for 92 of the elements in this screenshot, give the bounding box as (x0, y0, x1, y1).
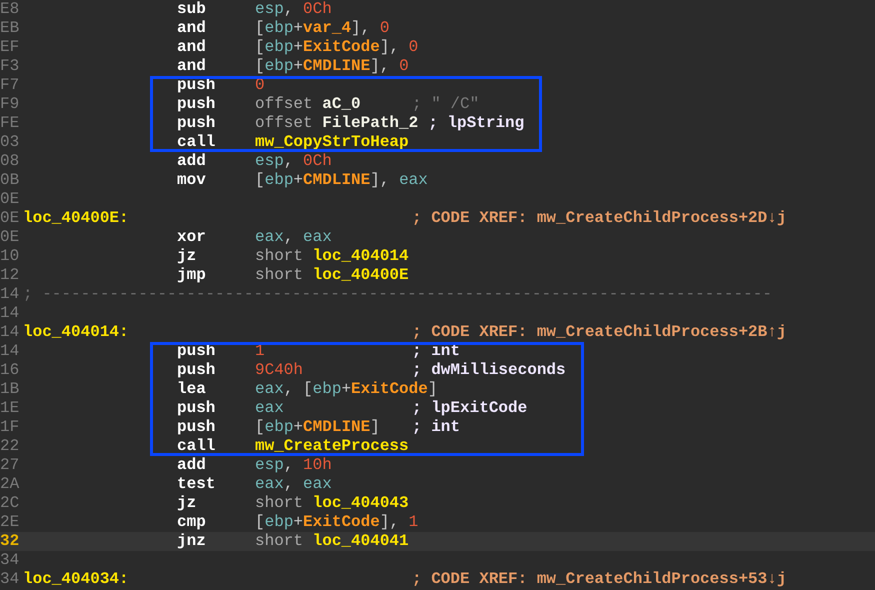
instruction-operand: [ebp+var_4], 0 (255, 19, 390, 38)
instruction-operand: eax (255, 399, 285, 418)
instruction-mnemonic: and (177, 57, 207, 76)
code-comment: ; int (412, 342, 460, 361)
line-address: 1F (0, 418, 20, 437)
instruction-mnemonic: push (177, 114, 216, 133)
line-address: E8 (0, 0, 20, 19)
line-address: 34 (0, 570, 20, 589)
line-address: F3 (0, 57, 20, 76)
line-address: EF (0, 38, 20, 57)
instruction-mnemonic: add (177, 456, 207, 475)
instruction-mnemonic: push (177, 76, 216, 95)
instruction-mnemonic: add (177, 152, 207, 171)
instruction-mnemonic: push (177, 361, 216, 380)
line-address: 14 (0, 285, 20, 304)
instruction-mnemonic: push (177, 399, 216, 418)
instruction-operand: [ebp+CMDLINE], 0 (255, 57, 410, 76)
instruction-mnemonic: xor (177, 228, 207, 247)
code-comment: ; lpString (428, 114, 524, 133)
instruction-operand: mw_CopyStrToHeap (255, 133, 410, 152)
instruction-mnemonic: sub (177, 0, 207, 19)
instruction-operand: 1 (255, 342, 266, 361)
line-address: 14 (0, 323, 20, 342)
instruction-mnemonic: push (177, 95, 216, 114)
instruction-operand: eax, eax (255, 475, 333, 494)
instruction-mnemonic: jz (177, 494, 198, 513)
code-label[interactable]: loc_404034: (23, 570, 129, 588)
instruction-operand: 9C40h (255, 361, 304, 380)
code-comment: ; lpExitCode (412, 399, 528, 418)
instruction-operand: eax, eax (255, 228, 333, 247)
instruction-mnemonic: test (177, 475, 216, 494)
code-comment: ; CODE XREF: mw_CreateChildProcess+2B↑j (412, 323, 786, 342)
instruction-operand: [ebp+CMDLINE] (255, 418, 381, 437)
instruction-mnemonic: call (177, 133, 216, 152)
code-label[interactable]: loc_404014: (23, 323, 129, 341)
line-address: EB (0, 19, 20, 38)
code-comment: ; dwMilliseconds (412, 361, 566, 380)
instruction-operand: [ebp+ExitCode], 0 (255, 38, 420, 57)
code-comment: ; int (412, 418, 460, 437)
line-address: F9 (0, 95, 20, 114)
line-address: 32 (0, 532, 20, 551)
instruction-operand: eax, [ebp+ExitCode] (255, 380, 438, 399)
instruction-operand: 0 (255, 76, 266, 95)
instruction-operand: [ebp+ExitCode], 1 (255, 513, 420, 532)
instruction-operand: offset aC_0 (255, 95, 362, 114)
line-address: 34 (0, 551, 20, 570)
instruction-mnemonic: mov (177, 171, 207, 190)
line-address: 12 (0, 266, 20, 285)
code-label[interactable]: loc_40400E: (23, 209, 129, 227)
instruction-mnemonic: push (177, 418, 216, 437)
code-comment: ; CODE XREF: mw_CreateChildProcess+53↓j (412, 570, 786, 589)
instruction-mnemonic: and (177, 19, 207, 38)
instruction-operand: [ebp+CMDLINE], eax (255, 171, 429, 190)
instruction-mnemonic: lea (177, 380, 207, 399)
line-address: 2E (0, 513, 20, 532)
instruction-operand: esp, 0Ch (255, 152, 333, 171)
line-address: 0E (0, 209, 20, 228)
instruction-mnemonic: call (177, 437, 216, 456)
line-address: 2A (0, 475, 20, 494)
instruction-operand: esp, 10h (255, 456, 333, 475)
code-comment: ; " /C" (412, 95, 480, 114)
instruction-mnemonic: and (177, 38, 207, 57)
line-address: 0B (0, 171, 20, 190)
instruction-operand: short loc_404043 (255, 494, 410, 513)
instruction-mnemonic: push (177, 342, 216, 361)
instruction-operand: short loc_40400E (255, 266, 410, 285)
line-address: FE (0, 114, 20, 133)
instruction-operand: esp, 0Ch (255, 0, 333, 19)
separator-comment: ; ---------------------------------------------------------------------------- (23, 285, 772, 304)
line-address: 03 (0, 133, 20, 152)
line-address: 0E (0, 190, 20, 209)
instruction-operand: short loc_404041 (255, 532, 410, 551)
line-address: 16 (0, 361, 20, 380)
code-comment: ; CODE XREF: mw_CreateChildProcess+2D↓j (412, 209, 786, 228)
instruction-mnemonic: cmp (177, 513, 207, 532)
instruction-mnemonic: jmp (177, 266, 207, 285)
line-address: 10 (0, 247, 20, 266)
instruction-mnemonic: jnz (177, 532, 207, 551)
instruction-operand: mw_CreateProcess (255, 437, 410, 456)
line-address: F7 (0, 76, 20, 95)
line-address: 1B (0, 380, 20, 399)
line-address: 14 (0, 342, 20, 361)
line-address: 22 (0, 437, 20, 456)
line-address: 1E (0, 399, 20, 418)
instruction-mnemonic: jz (177, 247, 198, 266)
line-address: 0E (0, 228, 20, 247)
line-address: 08 (0, 152, 20, 171)
line-address: 27 (0, 456, 20, 475)
instruction-operand: offset FilePath_2 (255, 114, 420, 133)
line-address: 14 (0, 304, 20, 323)
instruction-operand: short loc_404014 (255, 247, 410, 266)
line-address: 2C (0, 494, 20, 513)
